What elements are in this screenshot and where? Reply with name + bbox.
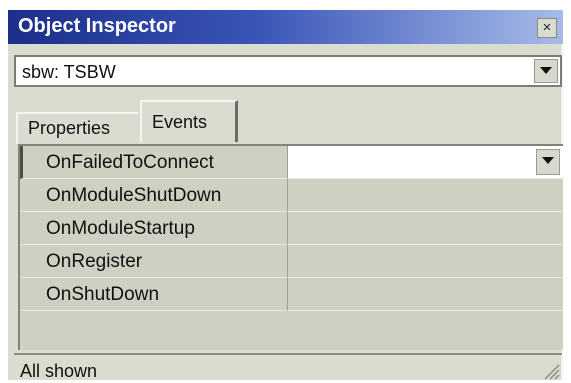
object-inspector-window: Object Inspector × sbw: TSBW Properties … xyxy=(8,10,563,381)
object-selector-dropdown-button[interactable] xyxy=(534,59,558,83)
close-icon: × xyxy=(542,19,552,36)
event-row-onmoduleshutdown[interactable]: OnModuleShutDown xyxy=(20,179,565,212)
events-grid: OnFailedToConnect OnModuleShutDown OnMod… xyxy=(18,144,563,350)
event-name[interactable]: OnFailedToConnect xyxy=(20,146,286,179)
event-handler-field[interactable] xyxy=(287,278,563,311)
chevron-down-icon xyxy=(540,67,552,74)
event-row-onregister[interactable]: OnRegister xyxy=(20,245,565,278)
status-bar: All shown xyxy=(14,353,562,381)
tab-events-label: Events xyxy=(152,112,208,132)
event-name[interactable]: OnModuleShutDown xyxy=(20,179,286,212)
tab-properties[interactable]: Properties xyxy=(16,112,138,144)
close-button[interactable]: × xyxy=(537,18,557,38)
event-handler-field[interactable] xyxy=(287,146,563,179)
object-selector-value: sbw: TSBW xyxy=(22,62,116,82)
event-row-onfailedtoconnect[interactable]: OnFailedToConnect xyxy=(20,146,565,179)
window-title: Object Inspector xyxy=(18,15,176,37)
tab-properties-label: Properties xyxy=(28,118,111,138)
chevron-down-icon xyxy=(542,157,554,164)
title-bar[interactable]: Object Inspector × xyxy=(8,10,563,44)
event-handler-field[interactable] xyxy=(287,179,563,212)
event-handler-dropdown-button[interactable] xyxy=(536,149,560,175)
event-row-onmodulestartup[interactable]: OnModuleStartup xyxy=(20,212,565,245)
event-handler-field[interactable] xyxy=(287,212,563,245)
event-name[interactable]: OnShutDown xyxy=(20,278,286,311)
object-selector-combobox[interactable]: sbw: TSBW xyxy=(14,55,562,87)
event-name[interactable]: OnModuleStartup xyxy=(20,212,286,245)
tab-events[interactable]: Events xyxy=(140,100,238,142)
resize-grip-icon[interactable] xyxy=(542,362,560,380)
event-handler-field[interactable] xyxy=(287,245,563,278)
status-text: All shown xyxy=(20,361,98,381)
event-name[interactable]: OnRegister xyxy=(20,245,286,278)
inspector-tabs: Properties Events xyxy=(14,100,562,144)
event-row-onshutdown[interactable]: OnShutDown xyxy=(20,278,565,311)
